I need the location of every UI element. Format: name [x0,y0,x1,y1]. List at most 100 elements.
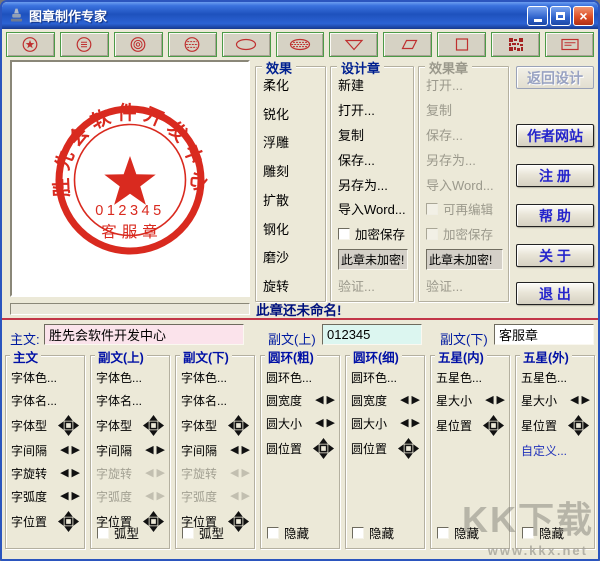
spin-right-icon[interactable]: ▶ [72,490,80,502]
panel-1-row-1[interactable]: 字体名... [96,390,165,410]
spin-left-icon[interactable]: ◀ [485,394,493,406]
toolbar-stamp-pattern-button[interactable] [491,32,541,57]
panel-3-row-0[interactable]: 圆环色... [266,367,335,387]
effect-item-6[interactable]: 磨沙 [263,247,320,266]
spin-right-icon[interactable]: ▶ [582,394,590,406]
panel-0-row-3[interactable]: 字间隔 ◀ ▶ [11,440,80,460]
design-cmd-3[interactable]: 保存... [338,150,408,169]
toolbar-stamp-card-button[interactable] [545,32,594,57]
panel-0-row-6[interactable]: 字位置 [11,509,80,534]
side-button-3[interactable]: 帮 助 [516,204,594,227]
panel-5-row-2[interactable]: 星位置 [436,413,505,438]
panel-1-row-0[interactable]: 字体色... [96,367,165,387]
spin-right-icon[interactable]: ▶ [327,417,335,429]
sub-top-input[interactable] [322,324,422,345]
spinner-control[interactable]: ◀ ▶ [570,394,590,406]
panel-3-row-2[interactable]: 圆大小 ◀ ▶ [266,413,335,433]
design-encrypt-checkbox[interactable] [338,227,350,240]
panel-0-row-4[interactable]: 字旋转 ◀ ▶ [11,463,80,483]
direction-pad-control[interactable] [57,510,80,533]
panel-0-row-5[interactable]: 字弧度 ◀ ▶ [11,486,80,506]
direction-pad-control[interactable] [567,414,590,437]
direction-pad-control[interactable] [227,510,250,533]
effect-item-5[interactable]: 钢化 [263,219,320,238]
effect-item-2[interactable]: 浮雕 [263,132,320,151]
spin-left-icon[interactable]: ◀ [145,444,153,456]
effect-item-4[interactable]: 扩散 [263,190,320,209]
effect-item-0[interactable]: 柔化 [263,75,320,94]
spinner-control[interactable]: ◀ ▶ [485,394,505,406]
spinner-control[interactable]: ◀ ▶ [230,444,250,456]
spin-right-icon[interactable]: ▶ [72,467,80,479]
panel-2-row-3[interactable]: 字间隔 ◀ ▶ [181,440,250,460]
toolbar-stamp-round-rings-button[interactable] [113,32,163,57]
panel-0-row-2[interactable]: 字体型 [11,413,80,438]
spinner-control[interactable]: ◀ ▶ [60,490,80,502]
main-text-input[interactable] [44,324,244,345]
panel-1-checkbox[interactable] [97,526,109,539]
side-button-2[interactable]: 注 册 [516,164,594,187]
spin-left-icon[interactable]: ◀ [400,394,408,406]
spin-right-icon[interactable]: ▶ [497,394,505,406]
panel-5-row-0[interactable]: 五星色... [436,367,505,387]
spin-right-icon[interactable]: ▶ [412,394,420,406]
panel-4-row-0[interactable]: 圆环色... [351,367,420,387]
spin-right-icon[interactable]: ▶ [327,394,335,406]
panel-4-row-3[interactable]: 圆位置 [351,436,420,461]
spin-left-icon[interactable]: ◀ [315,394,323,406]
panel-5-checkbox[interactable] [437,526,449,539]
toolbar-stamp-ellipse-button[interactable] [221,32,271,57]
panel-6-row-3[interactable]: 自定义... [521,440,590,460]
side-button-1[interactable]: 作者网站 [516,124,594,147]
effect-item-7[interactable]: 旋转 [263,276,320,295]
spin-left-icon[interactable]: ◀ [60,490,68,502]
design-cmd-4[interactable]: 另存为... [338,175,408,194]
spinner-control[interactable]: ◀ ▶ [60,444,80,456]
direction-pad-control[interactable] [227,414,250,437]
panel-2-checkbox[interactable] [182,526,194,539]
panel-1-row-3[interactable]: 字间隔 ◀ ▶ [96,440,165,460]
panel-3-checkbox[interactable] [267,526,279,539]
panel-6-row-1[interactable]: 星大小 ◀ ▶ [521,390,590,410]
spin-left-icon[interactable]: ◀ [230,444,238,456]
minimize-button[interactable] [527,5,548,26]
toolbar-stamp-triangle-button[interactable] [329,32,379,57]
panel-0-row-0[interactable]: 字体色... [11,367,80,387]
title-bar[interactable]: 图章制作专家 × [2,2,598,29]
spin-left-icon[interactable]: ◀ [400,417,408,429]
spin-left-icon[interactable]: ◀ [60,444,68,456]
design-cmd-5[interactable]: 导入Word... [338,199,408,218]
toolbar-stamp-round-text-button[interactable] [59,32,109,57]
panel-4-checkbox[interactable] [352,526,364,539]
spinner-control[interactable]: ◀ ▶ [315,417,335,429]
design-cmd-2[interactable]: 复制 [338,125,408,144]
side-button-5[interactable]: 退 出 [516,282,594,305]
panel-0-row-1[interactable]: 字体名... [11,390,80,410]
panel-6-checkbox[interactable] [522,526,534,539]
direction-pad-control[interactable] [397,437,420,460]
close-button[interactable]: × [573,5,594,26]
panel-4-row-1[interactable]: 圆宽度 ◀ ▶ [351,390,420,410]
panel-6-row-2[interactable]: 星位置 [521,413,590,438]
stamp-preview-canvas[interactable]: 胜先会软件开发中心 012345 客服章 [10,60,250,297]
spinner-control[interactable]: ◀ ▶ [400,417,420,429]
toolbar-stamp-round-star-button[interactable] [6,32,55,57]
spinner-control[interactable]: ◀ ▶ [315,394,335,406]
spin-right-icon[interactable]: ▶ [412,417,420,429]
panel-4-row-2[interactable]: 圆大小 ◀ ▶ [351,413,420,433]
toolbar-stamp-ellipse-striped-button[interactable] [275,32,325,57]
maximize-button[interactable] [550,5,571,26]
spinner-control[interactable]: ◀ ▶ [400,394,420,406]
direction-pad-control[interactable] [482,414,505,437]
panel-1-row-2[interactable]: 字体型 [96,413,165,438]
panel-6-row-0[interactable]: 五星色... [521,367,590,387]
spin-left-icon[interactable]: ◀ [570,394,578,406]
effect-item-1[interactable]: 锐化 [263,104,320,123]
toolbar-stamp-parallelogram-button[interactable] [383,32,433,57]
spin-left-icon[interactable]: ◀ [60,467,68,479]
panel-3-row-1[interactable]: 圆宽度 ◀ ▶ [266,390,335,410]
spin-right-icon[interactable]: ▶ [242,444,250,456]
panel-2-row-2[interactable]: 字体型 [181,413,250,438]
toolbar-stamp-round-striped-button[interactable] [167,32,217,57]
effect-item-3[interactable]: 雕刻 [263,161,320,180]
